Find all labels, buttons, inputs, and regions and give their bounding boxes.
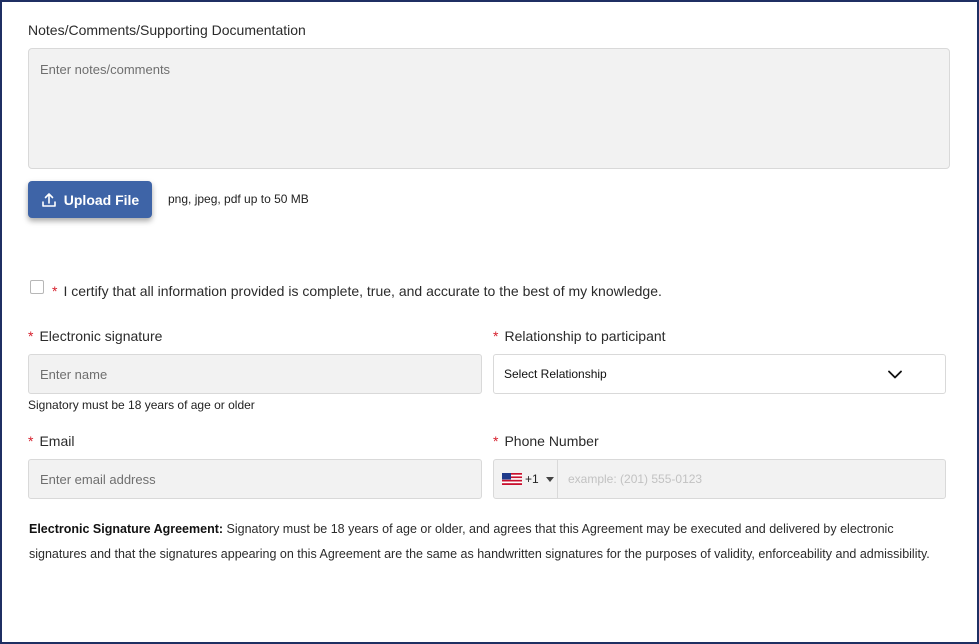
relationship-label-row: * Relationship to participant	[493, 328, 666, 344]
upload-file-button[interactable]: Upload File	[28, 181, 152, 218]
relationship-selected-value: Select Relationship	[504, 367, 607, 381]
signature-label: Electronic signature	[39, 328, 163, 344]
signature-helper-text: Signatory must be 18 years of age or old…	[28, 398, 255, 412]
email-placeholder: Enter email address	[40, 471, 156, 487]
upload-icon	[41, 192, 57, 208]
email-input[interactable]: Enter email address	[28, 459, 482, 499]
signature-label-row: * Electronic signature	[28, 328, 162, 344]
signature-agreement: Electronic Signature Agreement: Signator…	[29, 517, 949, 567]
phone-label-row: * Phone Number	[493, 433, 599, 449]
notes-label: Notes/Comments/Supporting Documentation	[28, 22, 306, 38]
required-mark: *	[28, 328, 34, 344]
country-code-selector[interactable]: +1	[494, 460, 558, 498]
form-container: Notes/Comments/Supporting Documentation …	[0, 0, 979, 644]
caret-down-icon	[545, 476, 554, 482]
required-mark: *	[493, 433, 499, 449]
signature-input[interactable]: Enter name	[28, 354, 482, 394]
upload-button-label: Upload File	[63, 191, 140, 208]
email-label: Email	[39, 433, 75, 449]
certify-statement: * I certify that all information provided…	[52, 283, 662, 299]
phone-label: Phone Number	[504, 433, 599, 449]
required-mark: *	[28, 433, 34, 449]
upload-hint: png, jpeg, pdf up to 50 MB	[168, 192, 309, 206]
chevron-down-icon	[888, 370, 902, 379]
certify-text: I certify that all information provided …	[63, 283, 662, 299]
relationship-label: Relationship to participant	[504, 328, 666, 344]
us-flag-icon	[502, 473, 522, 485]
country-code: +1	[525, 472, 539, 486]
certify-checkbox[interactable]	[30, 280, 44, 294]
relationship-select[interactable]: Select Relationship	[493, 354, 946, 394]
required-mark: *	[52, 283, 58, 299]
agreement-title: Electronic Signature Agreement:	[29, 522, 224, 536]
phone-input[interactable]: example: (201) 555-0123	[558, 472, 702, 486]
notes-placeholder: Enter notes/comments	[40, 62, 171, 77]
email-label-row: * Email	[28, 433, 74, 449]
notes-textarea[interactable]: Enter notes/comments	[28, 48, 950, 169]
required-mark: *	[493, 328, 499, 344]
phone-field: +1 example: (201) 555-0123	[493, 459, 946, 499]
signature-placeholder: Enter name	[40, 366, 108, 382]
